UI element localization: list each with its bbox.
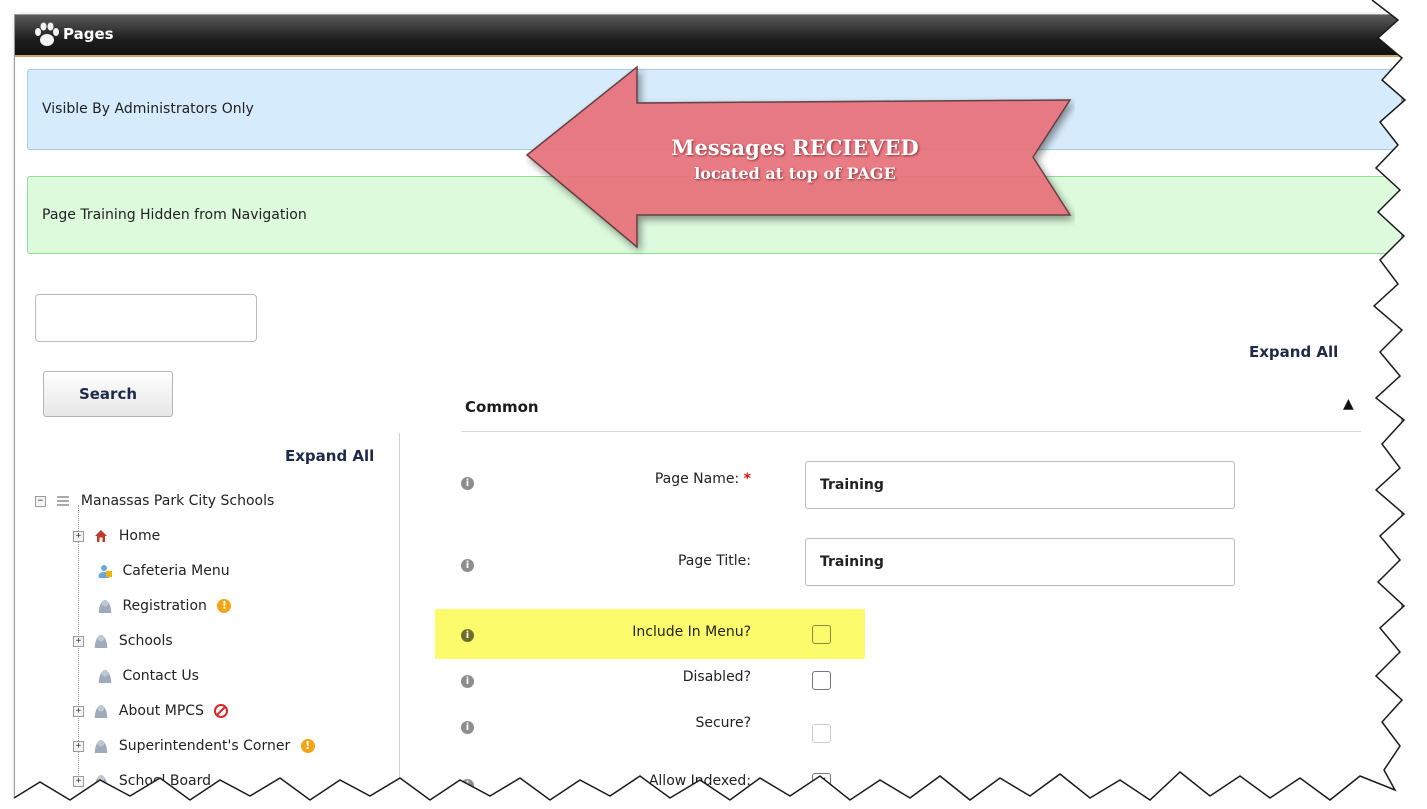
tree-item-label: Registration <box>122 598 207 614</box>
disabled-label: Disabled? <box>682 669 751 685</box>
secure-label: Secure? <box>695 715 751 731</box>
allow-indexed-label: Allow Indexed: <box>648 773 751 789</box>
user-icon <box>94 704 109 718</box>
tree-item-school-board[interactable]: + School Board <box>73 770 211 792</box>
tree-item-label: Manassas Park City Schools <box>80 493 275 509</box>
info-icon[interactable]: i <box>461 721 474 734</box>
user-icon <box>94 739 109 753</box>
tree-item-cafeteria-menu[interactable]: Cafeteria Menu <box>92 560 230 582</box>
tree-item-superintendents-corner[interactable]: + Superintendent's Corner ! <box>73 735 315 757</box>
user-icon <box>98 669 112 683</box>
callout-line-1: Messages RECIEVED <box>671 135 919 160</box>
info-icon[interactable]: i <box>461 477 474 490</box>
tree-item-registration[interactable]: Registration ! <box>92 595 232 617</box>
title-bar: Pages <box>15 15 1401 57</box>
visibility-message-text: Visible By Administrators Only <box>42 101 254 117</box>
page-name-label-text: Page Name: <box>654 471 740 487</box>
secure-checkbox[interactable] <box>812 724 831 743</box>
page-title-label: Page Title: <box>677 553 751 569</box>
sidebar-divider <box>399 433 400 805</box>
tree-item-label: About MPCS <box>118 703 204 719</box>
warning-icon: ! <box>300 739 315 753</box>
expand-toggle-icon[interactable]: + <box>73 705 84 717</box>
tree-item-root[interactable]: − Manassas Park City Schools <box>35 490 274 512</box>
tree-item-label: Cafeteria Menu <box>122 563 230 579</box>
paw-icon <box>35 22 59 46</box>
sidebar-expand-all-link[interactable]: Expand All <box>285 447 374 465</box>
section-divider <box>461 431 1361 432</box>
expand-toggle-icon[interactable]: + <box>73 530 84 542</box>
callout-arrow: Messages RECIEVED located at top of PAGE <box>515 65 1075 255</box>
home-icon <box>95 530 108 542</box>
include-in-menu-checkbox[interactable] <box>812 625 831 644</box>
info-icon[interactable]: i <box>461 629 474 642</box>
tree-item-label: School Board <box>118 773 211 789</box>
window-title: Pages <box>63 25 114 43</box>
page-name-label: Page Name: * <box>491 471 751 487</box>
chevron-up-icon[interactable]: ▲ <box>1343 396 1354 412</box>
tree-item-label: Schools <box>118 633 173 649</box>
warning-icon: ! <box>217 599 232 613</box>
user-icon <box>94 774 109 788</box>
pages-window: Pages Visible By Administrators Only Pag… <box>14 14 1402 806</box>
user-icon <box>98 599 112 613</box>
main-expand-all-link[interactable]: Expand All <box>1249 343 1338 361</box>
info-icon[interactable]: i <box>461 779 474 792</box>
expand-toggle-icon[interactable]: + <box>73 635 84 647</box>
search-button[interactable]: Search <box>43 371 173 417</box>
tree-item-label: Contact Us <box>122 668 199 684</box>
left-arrow-icon <box>525 65 1072 249</box>
include-in-menu-label: Include In Menu? <box>632 624 751 640</box>
callout-line-2: located at top of PAGE <box>694 164 896 183</box>
tree-item-contact-us[interactable]: Contact Us <box>92 665 199 687</box>
locked-user-icon <box>98 565 112 578</box>
section-header-common[interactable]: Common <box>465 398 539 416</box>
required-asterisk: * <box>743 471 751 487</box>
collapse-toggle-icon[interactable]: − <box>35 495 46 507</box>
tree-item-label: Home <box>118 528 161 544</box>
info-icon[interactable]: i <box>461 559 474 572</box>
tree-item-about-mpcs[interactable]: + About MPCS <box>73 700 229 722</box>
tree-item-label: Superintendent's Corner <box>118 738 291 754</box>
expand-toggle-icon[interactable]: + <box>73 740 84 752</box>
page-name-input[interactable]: Training <box>805 461 1235 509</box>
tree-item-home[interactable]: + Home <box>73 525 160 547</box>
expand-toggle-icon[interactable]: + <box>73 775 84 787</box>
search-input[interactable] <box>35 294 257 342</box>
allow-indexed-checkbox[interactable]: ✔ <box>812 773 831 792</box>
user-icon <box>94 634 109 648</box>
navigation-message-text: Page Training Hidden from Navigation <box>42 207 307 223</box>
page-title-input[interactable]: Training <box>805 538 1235 586</box>
disabled-checkbox[interactable] <box>812 671 831 690</box>
info-icon[interactable]: i <box>461 675 474 688</box>
list-icon <box>57 496 70 506</box>
tree-item-schools[interactable]: + Schools <box>73 630 173 652</box>
blocked-icon <box>214 704 229 718</box>
